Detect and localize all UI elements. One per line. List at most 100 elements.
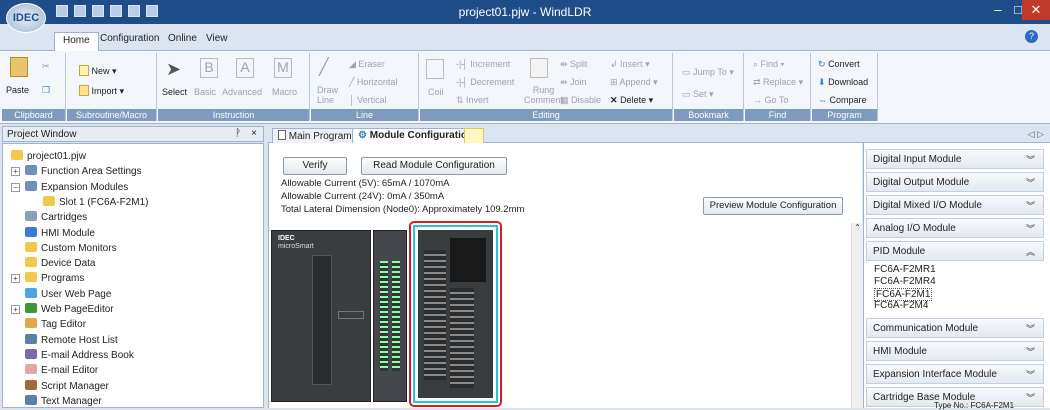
read-module-configuration-button[interactable]: Read Module Configuration [361,157,507,175]
tree-item[interactable]: E-mail Address Book [25,348,134,363]
disable-button[interactable]: ▦ Disable [560,95,601,106]
tree-item[interactable]: Web PageEditor [25,303,114,317]
category-label: Expansion Interface Module [873,369,997,380]
split-button[interactable]: ⇹ Split [560,59,588,70]
category-pid-module[interactable]: PID Module ︽ [866,241,1044,261]
tree-item[interactable]: Text Manager [25,394,102,407]
tree-expander[interactable]: + [11,274,20,284]
tab-home[interactable]: Home [54,32,99,51]
download-button[interactable]: ⬇ Download [818,77,868,88]
tree-item[interactable]: Cartridges [25,211,87,225]
rung-comment-icon [530,58,548,78]
tab-main-program[interactable]: Main Program [272,128,358,143]
paste-button[interactable]: Paste [6,85,29,95]
cpu-module[interactable]: IDEC microSmart [271,230,371,402]
go-to-button[interactable]: → Go To [753,95,788,105]
close-button[interactable]: ✕ [1022,0,1050,20]
tree-expander[interactable]: + [11,167,20,177]
tree-item[interactable]: Script Manager [25,379,109,394]
category-digital-mixed-i-o-module[interactable]: Digital Mixed I/O Module ︾ [866,195,1044,215]
cpu-model-label: microSmart [278,243,314,250]
tree-expander[interactable]: + [11,305,20,314]
close-panel-icon[interactable]: × [251,128,257,139]
expand-icon[interactable]: ︾ [1026,222,1035,235]
tree-item[interactable]: E-mail Editor [25,364,98,378]
set-button[interactable]: ▭ Set ▾ [682,89,714,100]
expansion-module[interactable] [373,230,407,402]
decrement-button[interactable]: -|┤ Decrement [456,77,514,87]
help-icon[interactable]: ? [1025,30,1038,43]
join-button[interactable]: ⇹ Join [560,77,587,88]
macro-button[interactable]: Macro [272,87,297,97]
pid-module-item[interactable]: FC6A-F2M4 [874,300,928,311]
tree-expander[interactable]: − [11,182,20,192]
draw-line-icon: ╱ [319,59,329,76]
expand-icon[interactable]: ︾ [1026,368,1035,381]
tree-item[interactable]: HMI Module [25,226,95,241]
tab-online[interactable]: Online [168,33,197,44]
rung-comment-button[interactable]: Rung Comment [524,85,563,105]
category-digital-output-module[interactable]: Digital Output Module ︾ [866,172,1044,192]
tree-item[interactable]: Tag Editor [25,318,86,332]
category-communication-module[interactable]: Communication Module ︾ [866,318,1044,338]
category-hmi-module[interactable]: HMI Module ︾ [866,341,1044,361]
preview-module-configuration-button[interactable]: Preview Module Configuration [703,197,843,215]
expand-icon[interactable]: ︾ [1026,176,1035,189]
cut-icon[interactable]: ✂ [42,61,50,72]
draw-line-button[interactable]: Draw Line [317,85,338,105]
tree-item-icon [11,150,23,160]
horizontal-button[interactable]: ╱ Horizontal [349,77,397,88]
tree-item[interactable]: Function Area Settings [25,165,142,179]
append-button[interactable]: ⊞ Append ▾ [610,77,658,88]
convert-button[interactable]: ↻ Convert [818,59,860,70]
expand-icon[interactable]: ︾ [1026,391,1035,404]
tree-item[interactable]: Programs [25,272,84,286]
expand-icon[interactable]: ︾ [1026,322,1035,335]
category-digital-input-module[interactable]: Digital Input Module ︾ [866,149,1044,169]
tree-item[interactable]: project01.pjw [11,150,86,164]
tab-scroll-icons[interactable]: ◁ ▷ [1028,129,1044,140]
replace-button[interactable]: ⇄ Replace ▾ [753,77,803,88]
tab-module-configuration[interactable]: ⚙ Module Configuration [352,128,480,143]
tree-item[interactable]: Slot 1 (FC6A-F2M1) [43,195,148,210]
new-button[interactable]: New ▾ [79,65,117,77]
tree-item[interactable]: Device Data [25,257,95,271]
find-button[interactable]: ⌕ Find ▾ [753,59,784,70]
tree-item-icon [25,241,37,252]
advanced-button[interactable]: Advanced [222,87,262,97]
pid-module-item[interactable]: FC6A-F2MR4 [874,276,936,287]
vertical-scrollbar[interactable]: ⌃ [851,223,863,408]
category-analog-i-o-module[interactable]: Analog I/O Module ︾ [866,218,1044,238]
insert-button[interactable]: ↲ Insert ▾ [610,59,650,70]
coil-button[interactable]: Coil [428,87,444,97]
eraser-button[interactable]: ◢ Eraser [349,59,385,70]
category-expansion-interface-module[interactable]: Expansion Interface Module ︾ [866,364,1044,384]
project-tree: project01.pjw + Function Area Settings − Exp… [2,143,264,408]
copy-icon[interactable]: ❐ [42,85,50,96]
tab-view[interactable]: View [206,33,228,44]
expand-icon[interactable]: ︾ [1026,153,1035,166]
pid-module-item[interactable]: FC6A-F2MR1 [874,264,936,275]
invert-button[interactable]: ⇅ Invert [456,95,489,106]
expand-icon[interactable]: ︾ [1026,199,1035,212]
tree-item[interactable]: User Web Page [25,287,111,302]
tree-item-label: Script Manager [41,380,109,392]
tab-configuration[interactable]: Configuration [100,33,159,44]
tree-item[interactable]: Remote Host List [25,333,118,348]
jump-to-button[interactable]: ▭ Jump To ▾ [682,67,734,78]
tree-item[interactable]: Expansion Modules [25,180,128,195]
tree-item[interactable]: Custom Monitors [25,241,117,256]
collapse-icon[interactable]: ︽ [1026,245,1035,258]
new-tab-icon[interactable] [464,128,484,143]
verify-button[interactable]: Verify [283,157,347,175]
select-button[interactable]: Select [162,87,187,97]
app-menu-button[interactable]: IDEC [6,3,46,33]
pin-icon[interactable]: ᚹ [235,128,241,139]
compare-button[interactable]: ⇔ Compare [818,95,867,105]
expand-icon[interactable]: ︾ [1026,345,1035,358]
delete-button[interactable]: ✕ Delete ▾ [610,95,653,106]
vertical-button[interactable]: │ Vertical [349,95,387,105]
import-button[interactable]: Import ▾ [79,85,124,97]
basic-button[interactable]: Basic [194,87,216,97]
increment-button[interactable]: -|┤ Increment [456,59,510,69]
